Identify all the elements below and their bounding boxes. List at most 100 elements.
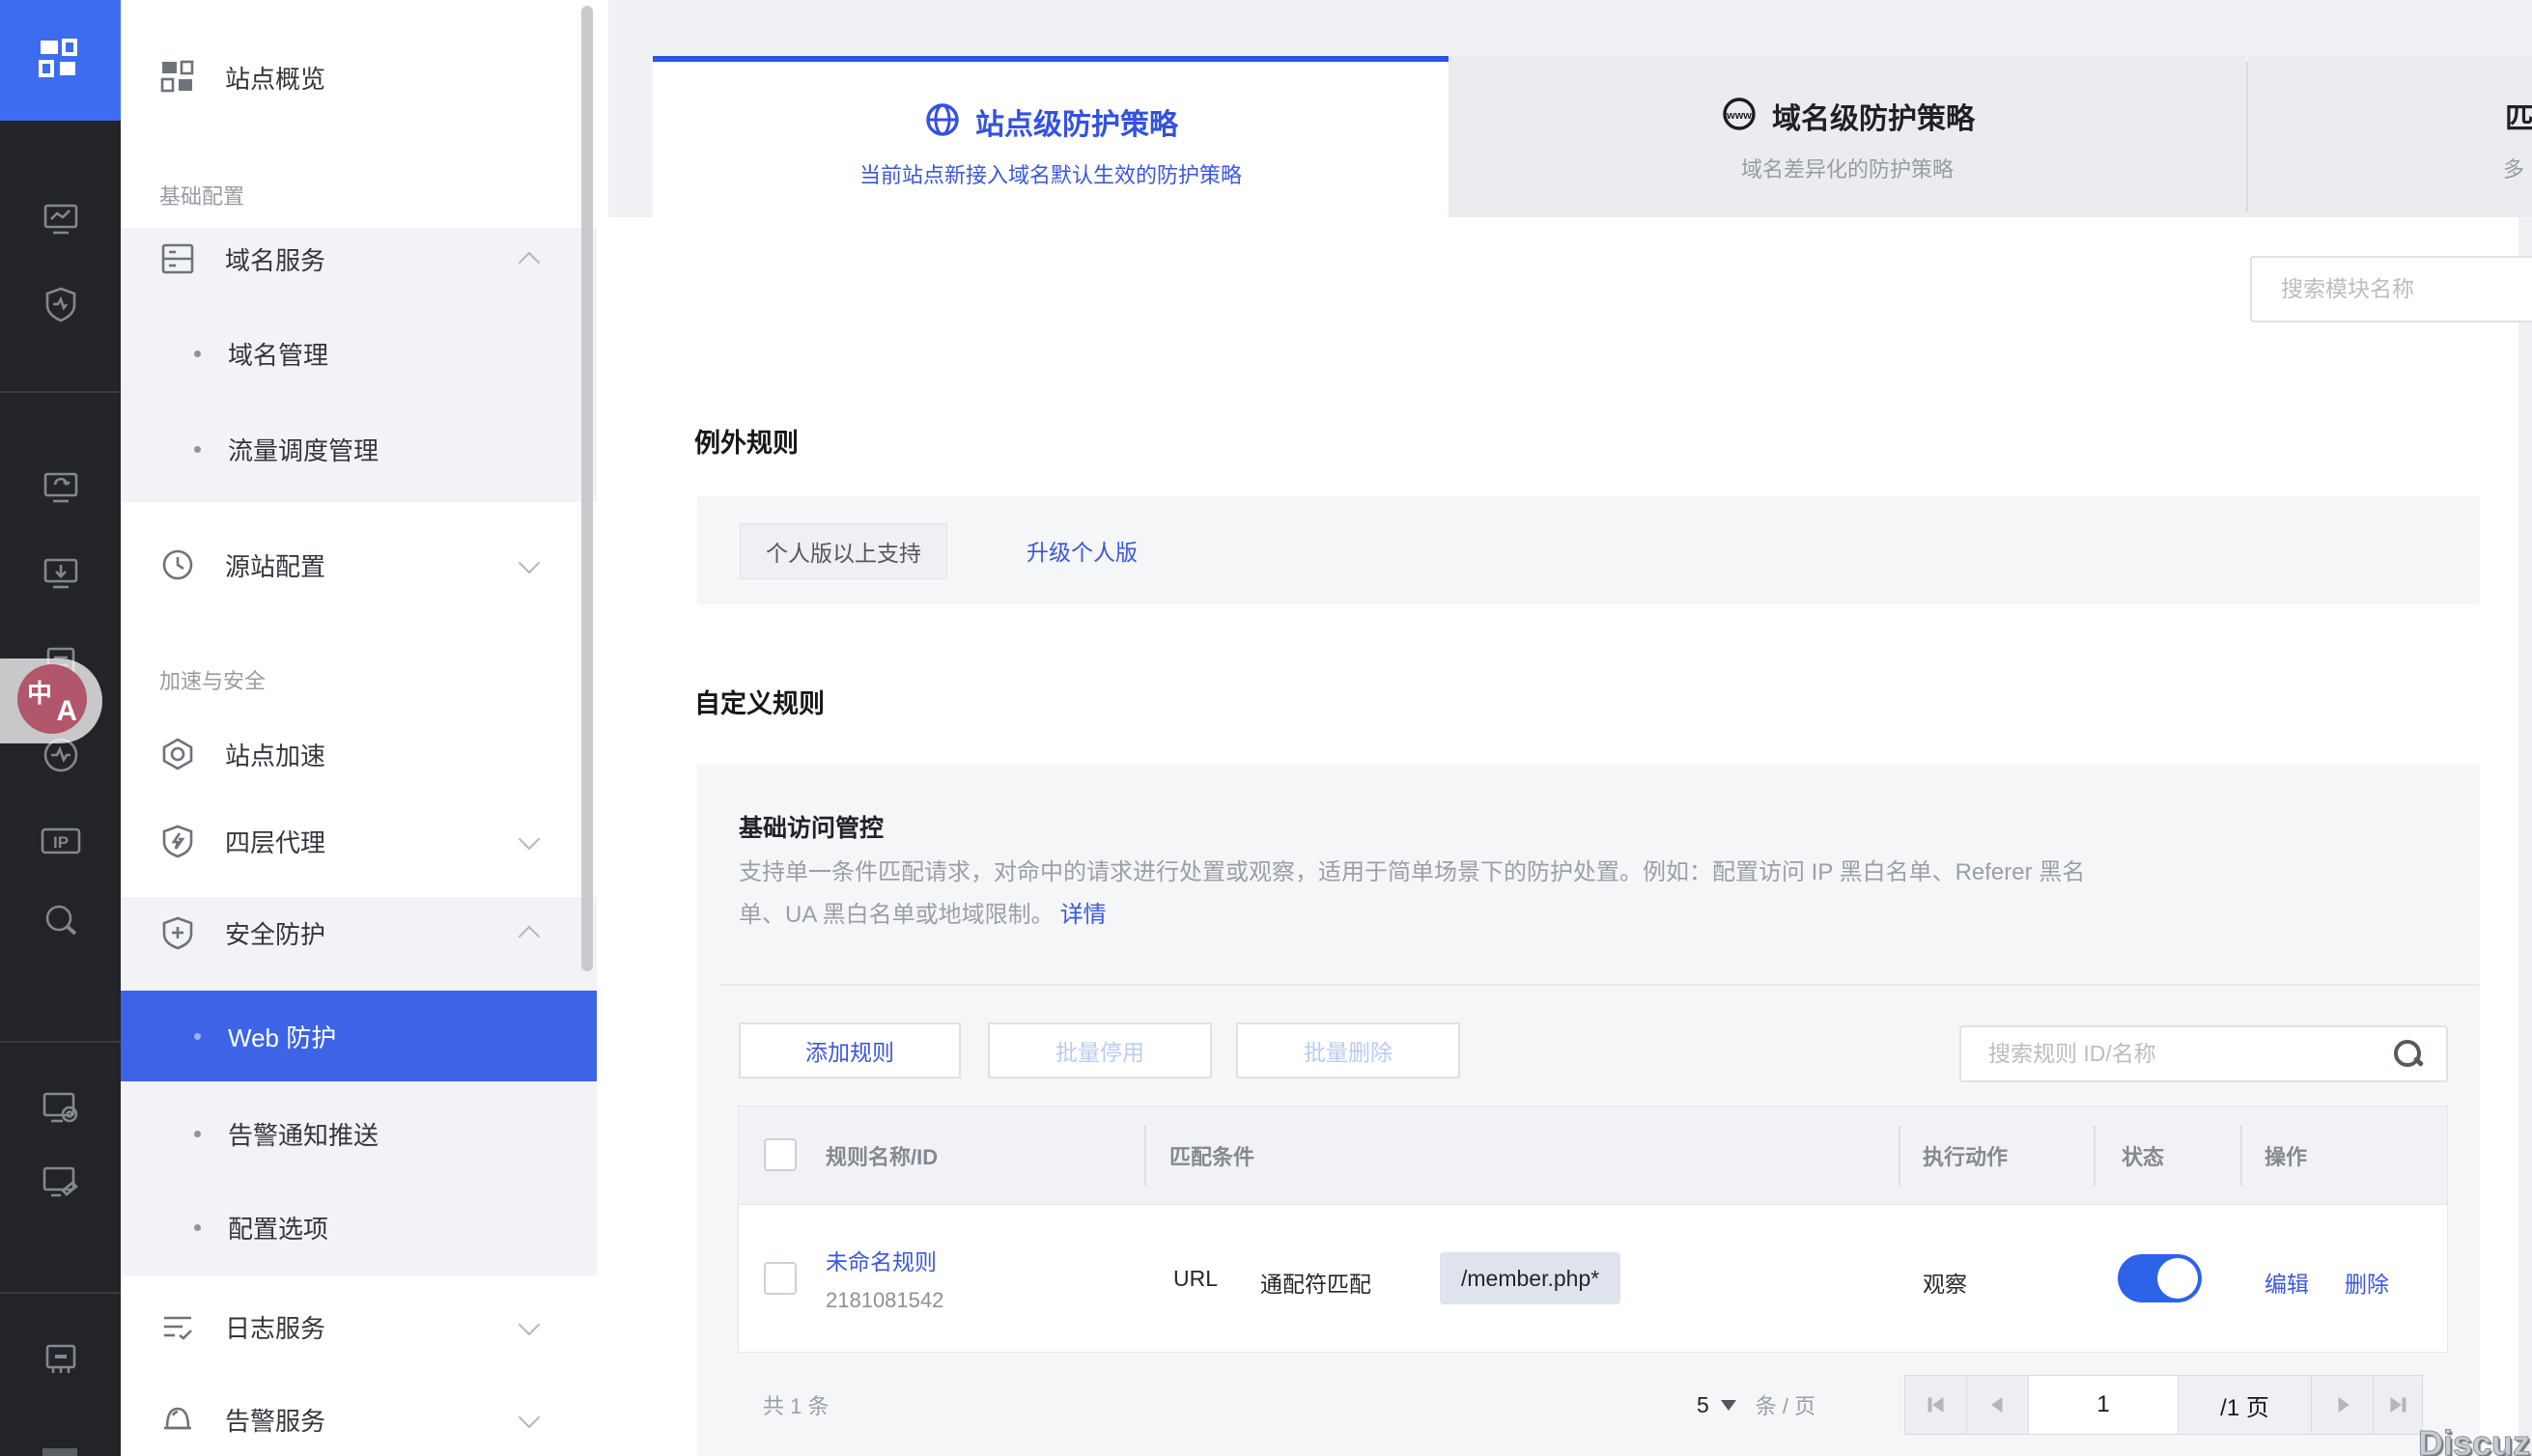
monitor-chart-icon[interactable] [0,192,121,246]
sidebar-item-config-options[interactable]: 配置选项 [121,1198,597,1256]
sidebar-item-l4-proxy[interactable]: 四层代理 [121,812,597,870]
page-size-unit: 条 / 页 [1756,1389,1815,1420]
rule-enabled-toggle[interactable] [2118,1254,2202,1302]
sidebar-item-alert-push[interactable]: 告警通知推送 [121,1105,597,1162]
search-icon[interactable] [0,894,121,948]
tab-domain-level-policy[interactable]: www 域名级防护策略 域名差异化的防护策略 [1449,56,2246,217]
monitor-download-icon[interactable] [0,546,121,601]
sidebar-item-origin-config[interactable]: 源站配置 [121,536,597,594]
tab-subtitle: 当前站点新接入域名默认生效的防护策略 [859,163,1242,187]
sidebar-item-security-protection[interactable]: 安全防护 [121,904,597,962]
column-divider [2240,1126,2242,1186]
pager-last-button[interactable] [2374,1376,2422,1434]
select-all-checkbox[interactable] [764,1138,797,1171]
batch-disable-button[interactable]: 批量停用 [988,1022,1212,1078]
window-scrollbar-gutter [2518,217,2532,1456]
col-header-action: 执行动作 [1923,1106,2008,1204]
sidebar-item-traffic-scheduling[interactable]: 流量调度管理 [121,420,597,478]
domain-service-icon [159,240,196,277]
module-description-line1: 支持单一条件匹配请求，对命中的请求进行处置或观察，适用于简单场景下的防护处置。例… [739,848,2085,890]
protection-policy-tabs: 站点级防护策略 当前站点新接入域名默认生效的防护策略 www 域名级防护策略 域… [653,56,2532,217]
ip-icon[interactable]: IP [0,814,121,868]
tab-subtitle: 多 [2503,157,2524,182]
sidebar-item-label: 域名管理 [228,336,328,372]
exception-rules-heading: 例外规则 [694,422,799,460]
sidebar-item-label: 流量调度管理 [228,432,379,467]
dashboard-icon[interactable] [0,0,121,121]
details-link[interactable]: 详情 [1060,895,1107,929]
batch-delete-button[interactable]: 批量删除 [1236,1022,1460,1078]
shield-pulse-icon[interactable] [0,277,121,331]
match-field: URL [1173,1266,1218,1292]
col-header-rule-name-id: 规则名称/ID [826,1106,938,1204]
server-icon[interactable] [0,1332,121,1386]
page-size-select[interactable]: 5 条 / 页 [1697,1375,1815,1435]
pager-first-button[interactable] [1905,1376,1967,1434]
alarm-service-icon [159,1401,196,1438]
sidebar-item-domain-service[interactable]: 域名服务 [121,230,597,288]
chevron-up-icon [519,252,541,274]
sidebar-item-site-acceleration[interactable]: 站点加速 [121,725,597,783]
sidebar-item-label: 日志服务 [225,1309,325,1345]
edit-link[interactable]: 编辑 [2265,1266,2309,1299]
pager-total-pages: /1 页 [2179,1376,2312,1434]
column-divider [1144,1126,1146,1186]
module-search-input[interactable] [2279,275,2532,303]
pagination-total: 共 1 条 [763,1375,829,1435]
pager-next-button[interactable] [2312,1376,2374,1434]
sidebar: 站点概览 基础配置 域名服务 域名管理 流量调度管理 源站配置 加速与安全 [121,0,608,1456]
site-acceleration-icon [159,736,196,772]
chevron-up-icon [519,926,541,948]
col-header-operations: 操作 [2265,1106,2307,1204]
delete-link[interactable]: 删除 [2345,1266,2389,1299]
tab-title: 站点级防护策略 [975,100,1178,143]
add-rule-button[interactable]: 添加规则 [739,1022,961,1078]
row-checkbox[interactable] [764,1262,797,1295]
basic-access-control-title: 基础访问管控 [739,809,884,844]
sidebar-scrollbar[interactable] [581,6,593,971]
bullet-icon [194,350,201,357]
tab-clipped-right[interactable]: 匹 多 [2248,56,2532,217]
sidebar-item-label: 站点加速 [225,737,325,772]
tab-site-level-policy[interactable]: 站点级防护策略 当前站点新接入域名默认生效的防护策略 [653,56,1449,223]
rule-name-link[interactable]: 未命名规则 [826,1244,937,1276]
sidebar-section-label-basic-config: 基础配置 [159,180,244,210]
table-header: 规则名称/ID 匹配条件 执行动作 状态 操作 [739,1106,2447,1204]
rail-divider [0,1292,121,1294]
origin-config-icon [159,546,196,583]
upgrade-plan-link[interactable]: 升级个人版 [1027,523,1138,577]
sidebar-section-label-accel-security: 加速与安全 [159,664,266,695]
chevron-down-icon [1721,1400,1736,1411]
plan-required-badge: 个人版以上支持 [740,523,947,579]
edgeone-web-protection-page: IP 中 A 站点概览 基础配置 [0,0,2532,1456]
monitor-gear-icon[interactable] [0,1081,121,1135]
column-divider [1899,1126,1900,1186]
pager-prev-button[interactable] [1967,1376,2029,1434]
match-operator: 通配符匹配 [1260,1266,1371,1299]
sidebar-item-domain-management[interactable]: 域名管理 [121,324,597,382]
sidebar-item-site-overview[interactable]: 站点概览 [121,48,597,106]
security-protection-icon [159,914,196,951]
bullet-icon [194,446,201,453]
action-value: 观察 [1923,1266,1967,1299]
translate-en-glyph: A [56,695,77,728]
sidebar-item-label: 配置选项 [228,1210,328,1246]
sidebar-item-label: 域名服务 [225,241,325,277]
globe-icon [923,100,962,144]
sidebar-item-label: 告警服务 [225,1402,325,1438]
panel-divider [719,984,2480,986]
sidebar-item-alarm-service[interactable]: 告警服务 [121,1390,597,1448]
monitor-sync-icon[interactable] [0,461,121,515]
search-icon[interactable] [2394,1040,2423,1069]
rules-table: 规则名称/ID 匹配条件 执行动作 状态 操作 未命名规则 2181081542… [738,1106,2448,1353]
translate-icon[interactable]: 中 A [17,664,87,734]
sidebar-item-label: 站点概览 [225,60,325,96]
sidebar-item-web-protection-selected[interactable]: Web 防护 [121,991,597,1081]
basic-access-control-panel: 基础访问管控 支持单一条件匹配请求，对命中的请求进行处置或观察，适用于简单场景下… [697,765,2480,1456]
pager-current-page[interactable]: 1 [2029,1376,2179,1434]
rule-search-input[interactable] [1986,1040,2394,1068]
sidebar-item-log-service[interactable]: 日志服务 [121,1298,597,1356]
bullet-icon [194,1224,201,1231]
exception-rules-panel: 个人版以上支持 升级个人版 [697,496,2480,604]
monitor-edit-icon[interactable] [0,1156,121,1210]
